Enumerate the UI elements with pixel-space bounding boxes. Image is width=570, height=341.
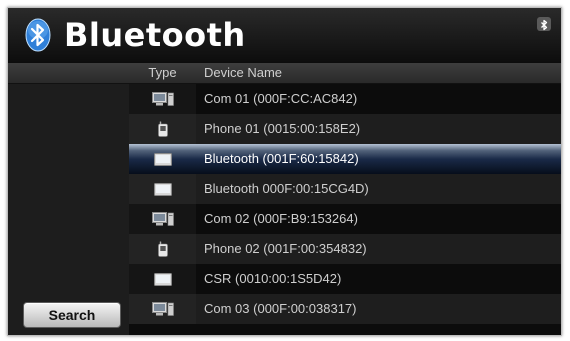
bluetooth-logo-icon: [25, 18, 51, 52]
computer-icon: [151, 212, 174, 226]
table-row[interactable]: Bluetooth (001F:60:15842): [129, 144, 561, 174]
computer-icon: [151, 92, 174, 106]
sidebar-header: [8, 63, 129, 84]
header-bar: Bluetooth: [8, 8, 561, 62]
table-row[interactable]: Com 03 (000F:00:038317): [129, 294, 561, 324]
monitor-icon: [153, 152, 172, 166]
device-type-cell: [129, 264, 196, 294]
device-type-cell: [129, 174, 196, 204]
phone-icon: [157, 121, 168, 137]
device-name: Phone 02 (001F:00:354832): [204, 241, 367, 256]
table-row[interactable]: Phone 02 (001F:00:354832): [129, 234, 561, 264]
bluetooth-window: Bluetooth Search Type Device Name Com 01…: [7, 7, 562, 336]
table-row[interactable]: Com 01 (000F:CC:AC842): [129, 84, 561, 114]
device-type-cell: [129, 294, 196, 324]
table-row[interactable]: Phone 01 (0015:00:158E2): [129, 114, 561, 144]
phone-icon: [157, 241, 168, 257]
device-name: Phone 01 (0015:00:158E2): [204, 121, 361, 136]
device-name: Bluetooth 000F:00:15CG4D): [204, 181, 369, 196]
device-name: Com 01 (000F:CC:AC842): [204, 91, 358, 106]
device-name: Com 02 (000F:B9:153264): [204, 211, 358, 226]
device-type-cell: [129, 204, 196, 234]
table-row[interactable]: CSR (0010:00:1S5D42): [129, 264, 561, 294]
column-header-device-name[interactable]: Device Name: [204, 63, 282, 83]
table-row[interactable]: Bluetooth 000F:00:15CG4D): [129, 174, 561, 204]
device-type-cell: [129, 144, 196, 174]
page-title: Bluetooth: [64, 16, 246, 54]
monitor-icon: [153, 182, 172, 196]
table-row[interactable]: Com 02 (000F:B9:153264): [129, 204, 561, 234]
computer-icon: [151, 302, 174, 316]
search-button[interactable]: Search: [23, 302, 121, 328]
sidebar: Search: [8, 63, 129, 335]
bluetooth-status-icon: [537, 17, 551, 31]
monitor-icon: [153, 272, 172, 286]
device-name: Bluetooth (001F:60:15842): [204, 151, 359, 166]
device-table: Type Device Name Com 01 (000F:CC:AC842) P…: [129, 63, 561, 335]
device-name: Com 03 (000F:00:038317): [204, 301, 357, 316]
device-type-cell: [129, 84, 196, 114]
table-header: Type Device Name: [129, 63, 561, 84]
device-name: CSR (0010:00:1S5D42): [204, 271, 342, 286]
device-type-cell: [129, 234, 196, 264]
device-type-cell: [129, 114, 196, 144]
column-header-type[interactable]: Type: [129, 63, 196, 83]
